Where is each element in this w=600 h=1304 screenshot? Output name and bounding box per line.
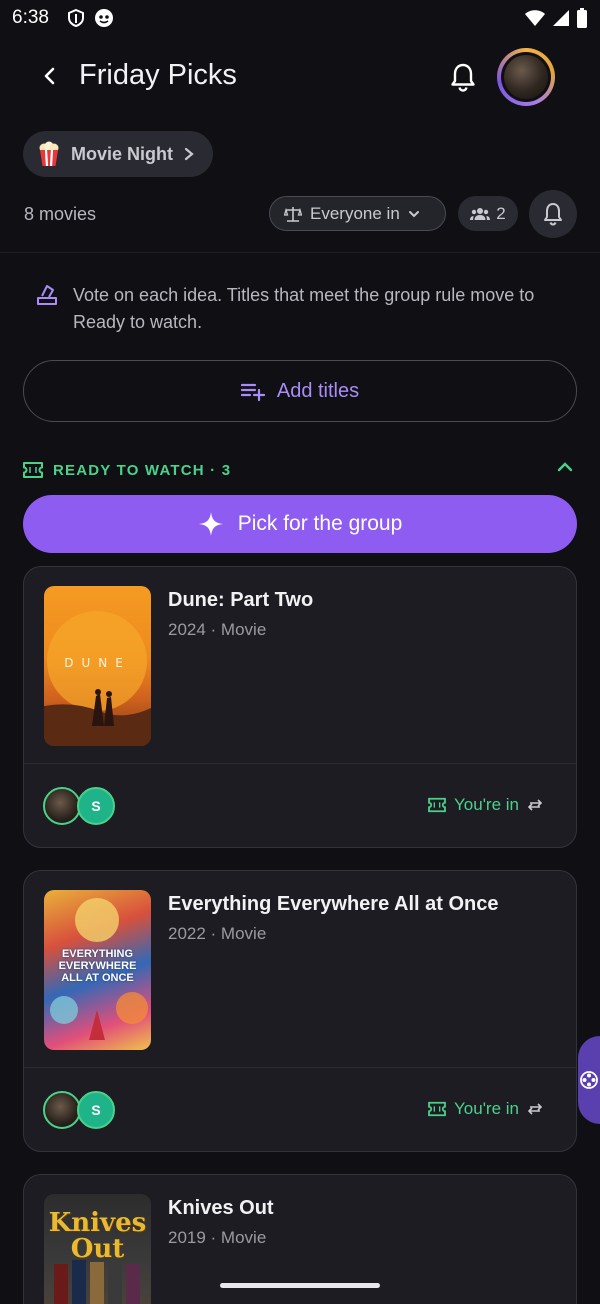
chevron-down-icon (408, 210, 419, 217)
pick-label: Pick for the group (237, 512, 403, 535)
card-meta: 2022 · Movie (168, 924, 267, 943)
add-titles-label: Add titles (276, 379, 360, 402)
side-handle[interactable] (578, 1036, 600, 1124)
title-card[interactable]: EVERYTHING EVERYWHERE ALL AT ONCE Everyt… (23, 870, 577, 1152)
sparkle-icon (198, 512, 223, 536)
card-title: Dune: Part Two (168, 589, 314, 611)
scale-icon (284, 206, 302, 222)
voters: S (43, 787, 123, 825)
info-text: Vote on each idea. Titles that meet the … (73, 285, 535, 332)
notifications-button[interactable] (444, 58, 482, 96)
section-title: READY TO WATCH · 3 (53, 462, 232, 479)
vote-status: You're in (454, 1099, 520, 1118)
card-title: Everything Everywhere All at Once (168, 893, 499, 915)
group-chip[interactable]: Movie Night (23, 131, 213, 177)
chevron-up-icon (557, 462, 573, 472)
card-meta: 2024 · Movie (168, 620, 267, 639)
poster-title: DUNE (64, 656, 131, 670)
vote-status: You're in (454, 795, 520, 814)
voter-avatar-initial: S (77, 1091, 115, 1129)
card-divider (24, 1067, 576, 1068)
divider (0, 252, 600, 253)
swap-icon (527, 1103, 543, 1115)
bell-outline-icon (544, 203, 562, 226)
vote-icon (37, 285, 57, 305)
status-time: 6:38 (12, 7, 49, 28)
poster-image: Knives Out (44, 1194, 151, 1304)
page-title: Friday Picks (79, 59, 237, 91)
members-chip[interactable]: 2 (458, 196, 518, 231)
group-notify-button[interactable] (529, 190, 577, 238)
app-header: Friday Picks (0, 36, 600, 119)
film-reel-icon (580, 1071, 598, 1089)
battery-icon (577, 8, 587, 28)
section-ready-to-watch[interactable]: READY TO WATCH · 3 (23, 458, 577, 484)
poster-title: EVERYTHING EVERYWHERE ALL AT ONCE (58, 948, 137, 984)
vote-status-button[interactable]: You're in (428, 1099, 543, 1119)
group-rule-dropdown[interactable]: Everyone in (269, 196, 446, 231)
card-title: Knives Out (168, 1197, 274, 1219)
chevron-right-icon (184, 147, 194, 161)
poster-image: DUNE (44, 586, 151, 746)
group-icon (470, 207, 491, 220)
status-bar: 6:38 (0, 0, 600, 36)
members-count: 2 (496, 203, 506, 223)
filter-row: 8 movies Everyone in 2 (0, 190, 600, 238)
back-button[interactable] (32, 58, 68, 94)
app-notification-icon (95, 9, 113, 27)
card-divider (24, 763, 576, 764)
home-indicator[interactable] (220, 1283, 380, 1288)
card-meta: 2019 · Movie (168, 1228, 267, 1247)
voter-avatar (43, 787, 81, 825)
ticket-icon (23, 462, 43, 478)
arrow-back-icon (44, 67, 55, 85)
shield-icon (68, 8, 84, 28)
group-rule-value: Everyone in (310, 203, 400, 223)
pick-for-group-button[interactable]: Pick for the group (23, 495, 577, 553)
voters: S (43, 1091, 123, 1129)
playlist-add-icon (240, 383, 265, 401)
vote-status-button[interactable]: You're in (428, 795, 543, 815)
profile-avatar[interactable] (497, 48, 555, 106)
add-titles-button[interactable]: Add titles (23, 360, 577, 422)
wifi-icon (525, 10, 545, 26)
title-card[interactable]: DUNE Dune: Part Two 2024 · Movie S You'r… (23, 566, 577, 848)
ticket-icon (428, 1101, 446, 1117)
signal-icon (553, 10, 569, 26)
group-name: Movie Night (71, 143, 173, 164)
popcorn-icon (39, 141, 59, 167)
avatar-image (504, 55, 548, 99)
voter-avatar-initial: S (77, 787, 115, 825)
movies-count: 8 movies (24, 204, 97, 224)
voter-avatar (43, 1091, 81, 1129)
bell-icon (451, 63, 475, 92)
swap-icon (527, 799, 543, 811)
poster-image: EVERYTHING EVERYWHERE ALL AT ONCE (44, 890, 151, 1050)
poster-title: Knives Out (48, 1208, 147, 1264)
ticket-icon (428, 797, 446, 813)
